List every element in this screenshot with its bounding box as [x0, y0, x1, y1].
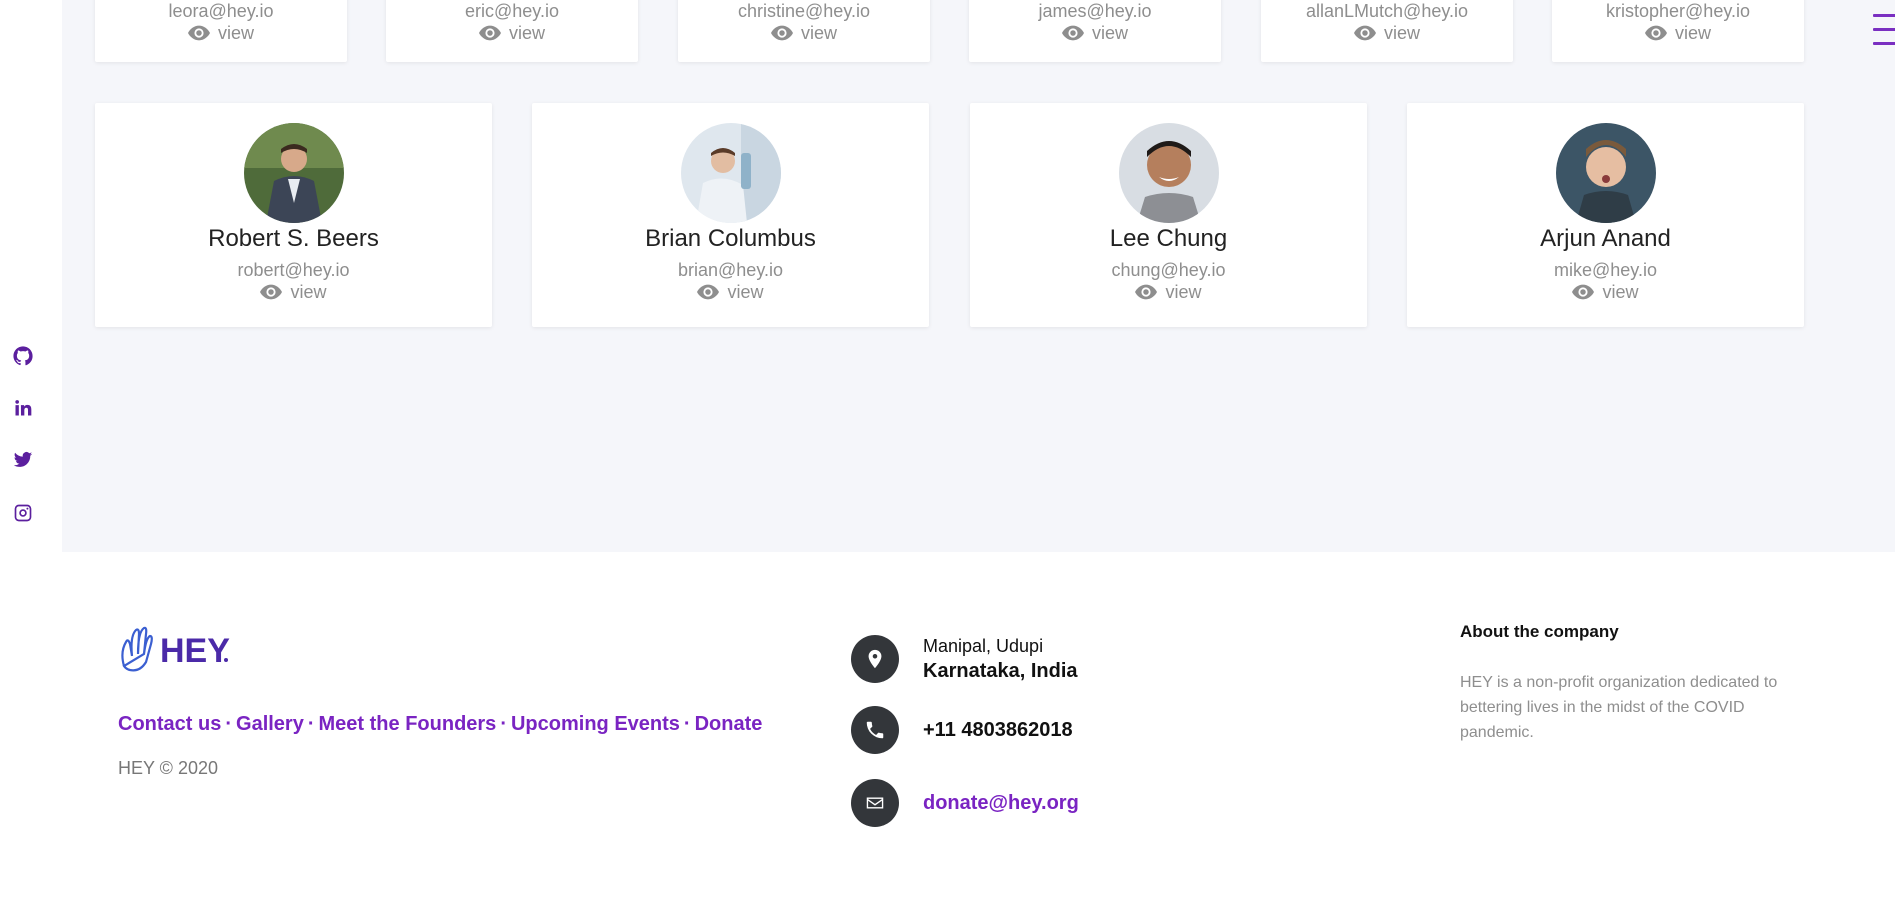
- view-label: view: [800, 23, 837, 43]
- address-line2: Karnataka, India: [923, 660, 1078, 682]
- eye-icon: [1353, 25, 1376, 41]
- logo-text: HEY: [160, 632, 230, 670]
- github-icon[interactable]: [12, 345, 34, 367]
- view-label: view: [217, 23, 254, 43]
- avatar: [1555, 123, 1656, 223]
- member-name: Lee Chung: [1109, 225, 1228, 252]
- member-email: chung@hey.io: [1111, 260, 1226, 280]
- linkedin-icon[interactable]: [12, 397, 34, 419]
- phone-number: +11 4803862018: [923, 718, 1073, 741]
- member-card: leora@hey.io view: [95, 0, 347, 62]
- about-section: About the company HEY is a non-profit or…: [1460, 622, 1800, 745]
- address-row: Manipal, Udupi Karnataka, India: [851, 634, 1078, 684]
- view-label: view: [508, 23, 545, 43]
- envelope-icon: [851, 779, 899, 827]
- member-email: brian@hey.io: [678, 260, 783, 280]
- eye-icon: [1135, 284, 1158, 300]
- footer: HEY Contact us · Gallery · Meet the Founders…: [0, 552, 1895, 898]
- member-card: Robert S. Beers robert@hey.io view: [95, 103, 492, 327]
- member-card: allanLMutch@hey.io view: [1261, 0, 1513, 62]
- instagram-icon[interactable]: [12, 502, 34, 524]
- phone-row: +11 4803862018: [851, 706, 1073, 754]
- view-link[interactable]: view: [697, 281, 764, 303]
- view-link[interactable]: view: [770, 22, 837, 44]
- member-card: Arjun Anand mike@hey.io view: [1407, 103, 1804, 327]
- footer-link-donate[interactable]: Donate: [695, 713, 763, 735]
- menu-bar: [1873, 14, 1895, 17]
- link-separator: ·: [683, 713, 691, 735]
- eye-icon: [1572, 284, 1595, 300]
- view-label: view: [727, 282, 764, 302]
- member-card: Brian Columbus brian@hey.io view: [532, 103, 929, 327]
- page: leora@hey.io view eric@hey.io view chris…: [0, 0, 1895, 898]
- eye-icon: [260, 284, 283, 300]
- footer-link-gallery[interactable]: Gallery: [236, 713, 304, 735]
- eye-icon: [478, 25, 501, 41]
- member-card: kristopher@hey.io view: [1552, 0, 1804, 62]
- view-label: view: [290, 282, 327, 302]
- view-link[interactable]: view: [1353, 22, 1420, 44]
- eye-icon: [770, 25, 793, 41]
- member-name: Brian Columbus: [645, 225, 816, 252]
- member-email: james@hey.io: [1038, 1, 1152, 21]
- hey-logo[interactable]: HEY: [118, 622, 230, 674]
- phone-icon: [851, 706, 899, 754]
- avatar: [680, 123, 781, 223]
- view-label: view: [1091, 23, 1128, 43]
- view-label: view: [1674, 23, 1711, 43]
- footer-nav: Contact us · Gallery · Meet the Founders · Upc…: [118, 713, 762, 736]
- about-text: HEY is a non-profit organization dedicat…: [1460, 674, 1778, 741]
- link-separator: ·: [307, 713, 315, 735]
- member-card: eric@hey.io view: [386, 0, 638, 62]
- member-email: leora@hey.io: [168, 1, 274, 21]
- avatar: [243, 123, 344, 223]
- eye-icon: [697, 284, 720, 300]
- about-title: About the company: [1460, 622, 1619, 641]
- eye-icon: [1644, 25, 1667, 41]
- member-email: mike@hey.io: [1554, 260, 1657, 280]
- member-card: james@hey.io view: [969, 0, 1221, 62]
- menu-bar: [1873, 42, 1895, 45]
- menu-button[interactable]: [1873, 14, 1895, 48]
- member-name: Robert S. Beers: [208, 225, 379, 252]
- member-email: allanLMutch@hey.io: [1305, 1, 1469, 21]
- donate-email-link[interactable]: donate@hey.org: [923, 792, 1079, 815]
- view-link[interactable]: view: [260, 281, 327, 303]
- link-separator: ·: [500, 713, 507, 735]
- view-label: view: [1165, 282, 1202, 302]
- link-separator: ·: [225, 713, 233, 735]
- location-pin-icon: [851, 635, 899, 683]
- footer-link-contact[interactable]: Contact us: [118, 713, 221, 735]
- view-link[interactable]: view: [1135, 281, 1202, 303]
- copyright: HEY © 2020: [118, 758, 218, 778]
- eye-icon: [187, 25, 210, 41]
- email-row: donate@hey.org: [851, 779, 1079, 827]
- member-card: christine@hey.io view: [678, 0, 930, 62]
- address-line1: Manipal, Udupi: [923, 636, 1044, 656]
- footer-link-founders[interactable]: Meet the Founders: [319, 713, 497, 735]
- member-email: robert@hey.io: [237, 260, 350, 280]
- view-label: view: [1383, 23, 1420, 43]
- view-label: view: [1602, 282, 1639, 302]
- members-section: leora@hey.io view eric@hey.io view chris…: [62, 0, 1895, 552]
- social-sidebar: [0, 0, 62, 552]
- footer-link-events[interactable]: Upcoming Events: [511, 713, 680, 735]
- view-link[interactable]: view: [1572, 281, 1639, 303]
- view-link[interactable]: view: [1061, 22, 1128, 44]
- avatar: [1118, 123, 1219, 223]
- menu-bar: [1873, 28, 1895, 31]
- eye-icon: [1061, 25, 1084, 41]
- view-link[interactable]: view: [1644, 22, 1711, 44]
- view-link[interactable]: view: [187, 22, 254, 44]
- member-name: Arjun Anand: [1540, 225, 1671, 252]
- twitter-icon[interactable]: [12, 449, 34, 471]
- member-card: Lee Chung chung@hey.io view: [970, 103, 1367, 327]
- member-email: kristopher@hey.io: [1606, 1, 1750, 21]
- member-email: christine@hey.io: [738, 1, 870, 21]
- view-link[interactable]: view: [478, 22, 545, 44]
- member-email: eric@hey.io: [465, 1, 559, 21]
